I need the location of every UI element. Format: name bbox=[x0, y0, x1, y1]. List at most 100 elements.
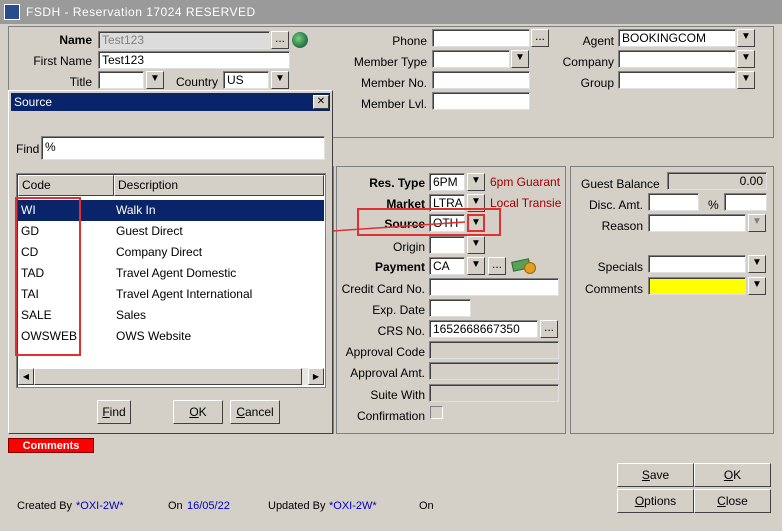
comments-dropdown-button[interactable]: ▼ bbox=[748, 277, 766, 295]
specials-dropdown-button[interactable]: ▼ bbox=[748, 255, 766, 273]
member-no-field[interactable] bbox=[432, 71, 530, 89]
company-field[interactable] bbox=[618, 50, 736, 68]
source-dialog-title: Source bbox=[14, 95, 53, 109]
reason-field[interactable] bbox=[648, 214, 746, 232]
confirmation-checkbox[interactable] bbox=[430, 406, 443, 419]
credit-card-label: Credit Card No. bbox=[341, 282, 425, 296]
window-title: FSDH - Reservation 17024 RESERVED bbox=[26, 5, 256, 19]
scroll-left-icon[interactable]: ◀ bbox=[18, 368, 34, 385]
comments-tab[interactable]: Comments bbox=[8, 438, 94, 453]
member-lvl-label: Member Lvl. bbox=[360, 97, 427, 111]
find-button[interactable]: Find bbox=[97, 400, 131, 424]
column-header-code[interactable]: Code bbox=[18, 175, 114, 196]
specials-label: Specials bbox=[597, 260, 643, 274]
globe-icon[interactable] bbox=[292, 32, 308, 48]
column-header-description-label: Description bbox=[118, 178, 179, 192]
list-header: Code Description bbox=[18, 175, 324, 196]
first-name-field[interactable]: Test123 bbox=[98, 51, 290, 69]
member-type-field[interactable] bbox=[432, 50, 510, 68]
money-icon[interactable] bbox=[511, 256, 538, 274]
dialog-cancel-button[interactable]: Cancel bbox=[230, 400, 280, 424]
phone-field[interactable] bbox=[432, 29, 530, 47]
list-item-description: Travel Agent International bbox=[116, 287, 253, 301]
company-dropdown-button[interactable]: ▼ bbox=[737, 50, 755, 68]
scroll-thumb[interactable] bbox=[34, 368, 302, 385]
list-item-description: Walk In bbox=[116, 203, 156, 217]
source-dialog: Source ✕ Find % Code Description WI Walk … bbox=[8, 90, 333, 434]
title-field[interactable] bbox=[98, 71, 144, 89]
comments-label: Comments bbox=[584, 282, 643, 296]
close-button[interactable]: Close bbox=[694, 489, 771, 513]
payment-field[interactable]: CA bbox=[429, 257, 465, 275]
guest-balance-field: 0.00 bbox=[667, 172, 767, 190]
list-item-description: Sales bbox=[116, 308, 147, 322]
column-header-description[interactable]: Description bbox=[114, 175, 324, 196]
find-field[interactable]: % bbox=[41, 136, 325, 160]
credit-card-field[interactable] bbox=[429, 278, 559, 296]
scroll-right-icon[interactable]: ▶ bbox=[308, 368, 324, 385]
code-column-highlight bbox=[15, 197, 81, 356]
disc-percent-field[interactable] bbox=[724, 193, 767, 211]
list-item-description: OWS Website bbox=[116, 329, 192, 343]
disc-amt-field[interactable] bbox=[648, 193, 699, 211]
options-button[interactable]: Options bbox=[617, 489, 694, 513]
group-field[interactable] bbox=[618, 71, 736, 89]
created-by-value: *OXI-2W* bbox=[76, 500, 124, 512]
created-on-value: 16/05/22 bbox=[187, 500, 230, 512]
disc-amt-label: Disc. Amt. bbox=[588, 198, 643, 212]
app-icon bbox=[4, 4, 20, 20]
name-label: Name bbox=[59, 33, 92, 47]
group-label: Group bbox=[580, 76, 614, 90]
crs-ellipsis-button[interactable]: ... bbox=[540, 320, 558, 338]
res-type-dropdown-button[interactable]: ▼ bbox=[467, 173, 485, 191]
member-type-dropdown-button[interactable]: ▼ bbox=[511, 50, 529, 68]
title-dropdown-button[interactable]: ▼ bbox=[146, 71, 164, 89]
column-header-code-label: Code bbox=[22, 178, 51, 192]
suite-with-label: Suite With bbox=[370, 388, 425, 402]
member-lvl-field[interactable] bbox=[432, 92, 530, 110]
country-dropdown-button[interactable]: ▼ bbox=[271, 71, 289, 89]
company-label: Company bbox=[562, 55, 614, 69]
suite-with-field bbox=[429, 384, 559, 402]
member-no-label: Member No. bbox=[360, 76, 427, 90]
first-name-label: First Name bbox=[33, 54, 92, 68]
horizontal-scrollbar[interactable]: ◀ ▶ bbox=[18, 368, 324, 385]
reason-label: Reason bbox=[601, 219, 643, 233]
title-label: Title bbox=[69, 75, 92, 89]
find-label: Find bbox=[16, 142, 40, 156]
agent-dropdown-button[interactable]: ▼ bbox=[737, 29, 755, 47]
payment-dropdown-button[interactable]: ▼ bbox=[467, 257, 485, 275]
member-type-label: Member Type bbox=[353, 55, 427, 69]
exp-date-label: Exp. Date bbox=[372, 303, 425, 317]
list-item-description: Travel Agent Domestic bbox=[116, 266, 237, 280]
crs-no-field[interactable]: 1652668667350 bbox=[429, 320, 538, 338]
exp-date-field[interactable] bbox=[429, 299, 471, 317]
dialog-close-icon[interactable]: ✕ bbox=[313, 95, 329, 109]
dialog-ok-button[interactable]: OK bbox=[173, 400, 223, 424]
percent-label: % bbox=[708, 198, 719, 212]
approval-code-label: Approval Code bbox=[345, 345, 425, 359]
approval-amt-label: Approval Amt. bbox=[350, 366, 425, 380]
comments-field[interactable] bbox=[648, 277, 746, 295]
country-field[interactable]: US bbox=[223, 71, 269, 89]
reason-dropdown-button[interactable]: ▼ bbox=[748, 214, 766, 232]
updated-by-label: Updated By bbox=[268, 500, 326, 512]
phone-label: Phone bbox=[392, 34, 427, 48]
payment-ellipsis-button[interactable]: ... bbox=[488, 257, 506, 275]
res-type-field[interactable]: 6PM bbox=[429, 173, 465, 191]
specials-field[interactable] bbox=[648, 255, 746, 273]
window-titlebar: FSDH - Reservation 17024 RESERVED bbox=[0, 0, 782, 24]
crs-no-label: CRS No. bbox=[377, 324, 425, 338]
group-dropdown-button[interactable]: ▼ bbox=[737, 71, 755, 89]
name-field[interactable]: Test123 bbox=[98, 31, 270, 49]
created-by-label: Created By bbox=[17, 500, 73, 512]
country-label: Country bbox=[175, 75, 218, 89]
payment-label: Payment bbox=[374, 260, 425, 274]
phone-ellipsis-button[interactable]: ... bbox=[531, 29, 549, 47]
name-ellipsis-button[interactable]: ... bbox=[271, 31, 289, 49]
res-type-label: Res. Type bbox=[369, 176, 425, 190]
ok-button[interactable]: OK bbox=[694, 463, 771, 487]
confirmation-label: Confirmation bbox=[356, 409, 425, 423]
save-button[interactable]: Save bbox=[617, 463, 694, 487]
agent-field[interactable]: BOOKINGCOM bbox=[618, 29, 736, 47]
